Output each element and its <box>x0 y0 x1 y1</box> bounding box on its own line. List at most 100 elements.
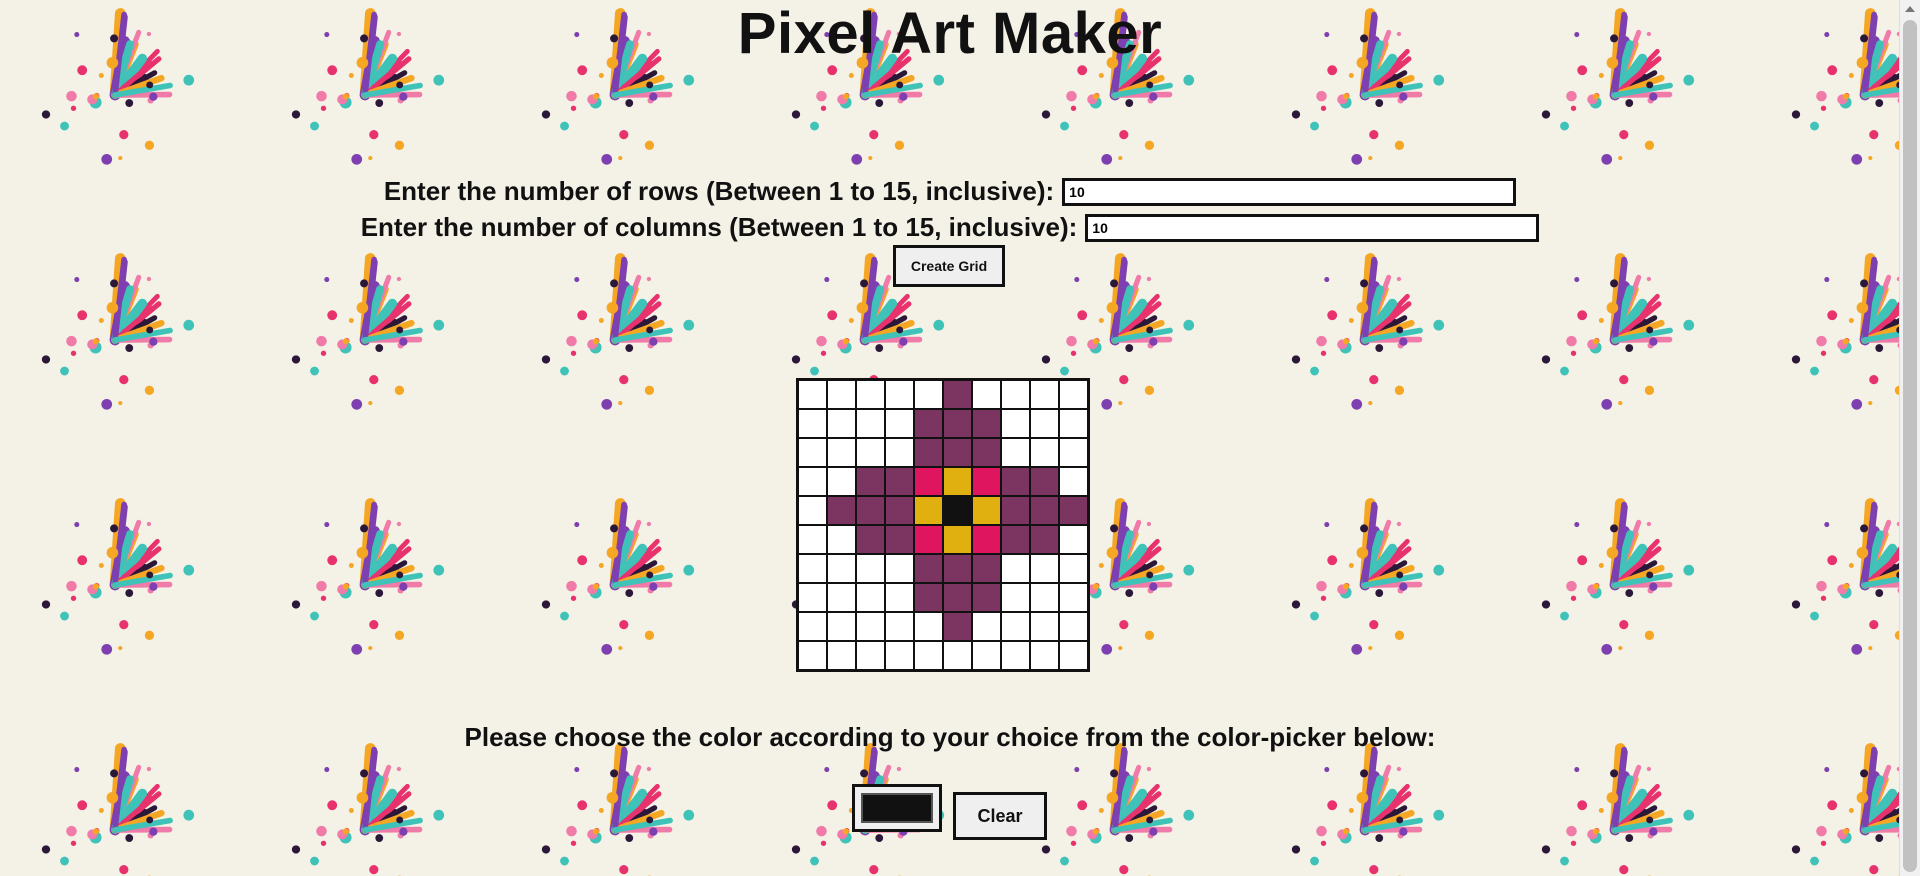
grid-cell[interactable] <box>826 378 857 410</box>
grid-cell[interactable] <box>1000 437 1031 468</box>
grid-cell[interactable] <box>855 640 886 672</box>
grid-cell[interactable] <box>942 378 973 410</box>
grid-cell[interactable] <box>942 640 973 672</box>
grid-cell[interactable] <box>942 466 973 497</box>
grid-cell[interactable] <box>971 582 1002 613</box>
grid-cell[interactable] <box>1029 378 1060 410</box>
grid-cell[interactable] <box>826 553 857 584</box>
grid-cell[interactable] <box>942 495 973 526</box>
grid-cell[interactable] <box>1058 611 1090 642</box>
grid-cell[interactable] <box>884 408 915 439</box>
grid-cell[interactable] <box>913 582 944 613</box>
grid-cell[interactable] <box>1058 408 1090 439</box>
grid-cell[interactable] <box>884 611 915 642</box>
grid-cell[interactable] <box>884 495 915 526</box>
grid-cell[interactable] <box>1000 582 1031 613</box>
grid-cell[interactable] <box>942 553 973 584</box>
grid-cell[interactable] <box>855 408 886 439</box>
grid-cell[interactable] <box>884 524 915 555</box>
grid-cell[interactable] <box>1058 640 1090 672</box>
grid-cell[interactable] <box>971 378 1002 410</box>
grid-cell[interactable] <box>913 524 944 555</box>
grid-cell[interactable] <box>796 466 828 497</box>
grid-cell[interactable] <box>796 495 828 526</box>
grid-cell[interactable] <box>1058 524 1090 555</box>
grid-cell[interactable] <box>855 524 886 555</box>
grid-cell[interactable] <box>884 582 915 613</box>
grid-cell[interactable] <box>942 437 973 468</box>
grid-cell[interactable] <box>1058 378 1090 410</box>
grid-cell[interactable] <box>913 437 944 468</box>
grid-cell[interactable] <box>971 524 1002 555</box>
vertical-scrollbar[interactable] <box>1899 0 1920 876</box>
grid-cell[interactable] <box>913 495 944 526</box>
grid-cell[interactable] <box>826 582 857 613</box>
grid-cell[interactable] <box>826 524 857 555</box>
grid-cell[interactable] <box>971 553 1002 584</box>
grid-cell[interactable] <box>1000 408 1031 439</box>
grid-cell[interactable] <box>1029 495 1060 526</box>
grid-cell[interactable] <box>971 640 1002 672</box>
grid-cell[interactable] <box>913 466 944 497</box>
grid-cell[interactable] <box>1000 466 1031 497</box>
grid-cell[interactable] <box>855 466 886 497</box>
grid-cell[interactable] <box>1058 582 1090 613</box>
grid-cell[interactable] <box>1058 437 1090 468</box>
clear-button[interactable]: Clear <box>953 792 1047 840</box>
grid-cell[interactable] <box>1000 378 1031 410</box>
grid-cell[interactable] <box>942 611 973 642</box>
grid-cell[interactable] <box>1000 524 1031 555</box>
grid-cell[interactable] <box>855 437 886 468</box>
grid-cell[interactable] <box>913 611 944 642</box>
grid-cell[interactable] <box>913 553 944 584</box>
grid-cell[interactable] <box>1000 553 1031 584</box>
create-grid-button[interactable]: Create Grid <box>893 245 1005 287</box>
grid-cell[interactable] <box>796 378 828 410</box>
grid-cell[interactable] <box>884 378 915 410</box>
grid-cell[interactable] <box>826 495 857 526</box>
grid-cell[interactable] <box>1029 582 1060 613</box>
grid-cell[interactable] <box>796 611 828 642</box>
grid-cell[interactable] <box>971 466 1002 497</box>
grid-cell[interactable] <box>884 640 915 672</box>
grid-cell[interactable] <box>855 553 886 584</box>
grid-cell[interactable] <box>1058 466 1090 497</box>
grid-cell[interactable] <box>826 611 857 642</box>
scroll-up-arrow-icon[interactable] <box>1905 6 1915 12</box>
grid-cell[interactable] <box>855 611 886 642</box>
columns-input[interactable] <box>1085 213 1540 242</box>
color-picker[interactable] <box>852 784 942 832</box>
grid-cell[interactable] <box>796 640 828 672</box>
grid-cell[interactable] <box>942 408 973 439</box>
grid-cell[interactable] <box>826 640 857 672</box>
grid-cell[interactable] <box>826 408 857 439</box>
grid-cell[interactable] <box>1000 640 1031 672</box>
grid-cell[interactable] <box>1029 466 1060 497</box>
grid-cell[interactable] <box>942 524 973 555</box>
grid-cell[interactable] <box>971 611 1002 642</box>
grid-cell[interactable] <box>913 408 944 439</box>
grid-cell[interactable] <box>796 437 828 468</box>
grid-cell[interactable] <box>1029 611 1060 642</box>
grid-cell[interactable] <box>1029 524 1060 555</box>
grid-cell[interactable] <box>942 582 973 613</box>
grid-cell[interactable] <box>884 437 915 468</box>
grid-cell[interactable] <box>1029 553 1060 584</box>
grid-cell[interactable] <box>1029 437 1060 468</box>
grid-cell[interactable] <box>796 408 828 439</box>
grid-cell[interactable] <box>884 466 915 497</box>
grid-cell[interactable] <box>1029 408 1060 439</box>
rows-input[interactable] <box>1062 177 1517 206</box>
grid-cell[interactable] <box>855 495 886 526</box>
grid-cell[interactable] <box>796 524 828 555</box>
grid-cell[interactable] <box>1058 553 1090 584</box>
grid-cell[interactable] <box>971 408 1002 439</box>
grid-cell[interactable] <box>796 582 828 613</box>
scrollbar-thumb[interactable] <box>1903 20 1917 872</box>
grid-cell[interactable] <box>826 437 857 468</box>
grid-cell[interactable] <box>855 582 886 613</box>
grid-cell[interactable] <box>1000 611 1031 642</box>
grid-cell[interactable] <box>884 553 915 584</box>
grid-cell[interactable] <box>971 437 1002 468</box>
grid-cell[interactable] <box>971 495 1002 526</box>
